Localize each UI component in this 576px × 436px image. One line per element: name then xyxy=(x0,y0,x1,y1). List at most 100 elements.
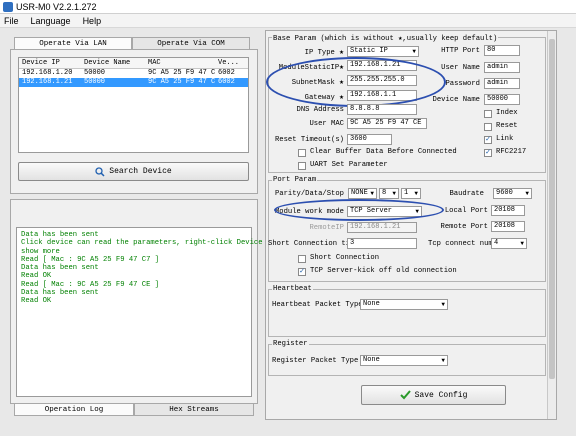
window-title: USR-M0 V2.2.1.272 xyxy=(16,1,97,12)
menu-bar: File Language Help xyxy=(0,14,576,28)
heartbeat-type-label: Heartbeat Packet Type xyxy=(272,301,363,309)
clear-buffer-checkbox[interactable] xyxy=(298,149,306,157)
username-label: User Name xyxy=(441,64,480,72)
config-scrollbar[interactable] xyxy=(547,31,556,419)
clear-buffer-label: Clear Buffer Data Before Connected xyxy=(310,148,457,156)
log-line: Click device can read the parameters, ri… xyxy=(21,239,285,248)
uart-set-checkbox[interactable] xyxy=(298,162,306,170)
chevron-down-icon: ▼ xyxy=(392,190,396,197)
tab-operation-log[interactable]: Operation Log xyxy=(14,404,134,416)
cell-ip: 192.168.1.21 xyxy=(22,78,73,86)
remote-ip-input[interactable]: 192.168.1.21 xyxy=(347,222,417,233)
rfc2217-checkbox[interactable]: ✓ xyxy=(484,149,492,157)
subnet-input[interactable]: 255.255.255.0 xyxy=(347,75,417,86)
link-label: Link xyxy=(496,135,514,143)
index-checkbox[interactable] xyxy=(484,110,492,118)
user-mac-label: User MAC xyxy=(309,120,344,128)
chevron-down-icon: ▼ xyxy=(525,190,529,197)
link-checkbox[interactable]: ✓ xyxy=(484,136,492,144)
gateway-label: Gateway ★ xyxy=(304,93,344,102)
log-line: Read OK xyxy=(21,297,52,306)
cell-version: 6002 xyxy=(218,69,235,77)
menu-language[interactable]: Language xyxy=(31,16,71,26)
log-line: Read [ Mac : 9C A5 25 F9 47 CE ] xyxy=(21,280,160,289)
tab-hex-streams[interactable]: Hex Streams xyxy=(134,404,254,416)
menu-help[interactable]: Help xyxy=(83,16,102,26)
chevron-down-icon: ▼ xyxy=(370,190,374,197)
log-line: Data has been sent xyxy=(21,289,99,298)
parity-select[interactable]: NONE ▼ xyxy=(348,188,377,199)
ip-type-select[interactable]: Static IP ▼ xyxy=(347,46,419,57)
chevron-down-icon: ▼ xyxy=(415,208,419,215)
password-input[interactable]: admin xyxy=(484,78,520,89)
log-line: Read OK xyxy=(21,272,52,281)
kick-old-connection-checkbox[interactable]: ✓ xyxy=(298,268,306,276)
search-icon xyxy=(95,166,105,177)
base-param-title: Base Param (which is without ★,usually k… xyxy=(272,33,499,43)
cell-version: 6002 xyxy=(218,78,235,86)
operation-log: Data has been sent Click device can read… xyxy=(16,227,285,397)
http-port-label: HTTP Port xyxy=(441,47,480,55)
device-table[interactable]: Device IP Device Name MAC Ve... 192.168.… xyxy=(18,57,249,153)
static-ip-input[interactable]: 192.168.1.21 xyxy=(347,60,417,71)
reset-timeout-input[interactable]: 3600 xyxy=(347,134,392,145)
search-device-label: Search Device xyxy=(109,167,172,176)
ip-type-label: IP Type ★ xyxy=(304,48,344,57)
save-config-label: Save Config xyxy=(414,390,468,400)
tab-operate-via-lan[interactable]: Operate Via LAN xyxy=(14,37,132,49)
register-type-select[interactable]: None ▼ xyxy=(360,355,448,366)
chevron-down-icon: ▼ xyxy=(441,357,445,364)
cell-mac: 9C A5 25 F9 47 C7 xyxy=(148,69,215,77)
work-mode-select[interactable]: TCP Server ▼ xyxy=(347,206,422,217)
heartbeat-type-select[interactable]: None ▼ xyxy=(360,299,448,310)
rfc2217-label: RFC2217 xyxy=(496,148,527,156)
scrollbar-thumb[interactable] xyxy=(549,39,555,379)
tcp-connect-num-select[interactable]: 4 ▼ xyxy=(491,238,527,249)
checkmark-icon xyxy=(399,390,411,400)
reset-checkbox[interactable] xyxy=(484,123,492,131)
col-version[interactable]: Ve... xyxy=(215,58,248,68)
log-line: Data has been sent xyxy=(21,264,99,273)
short-connection-checkbox[interactable] xyxy=(298,255,306,263)
cell-name: 50000 xyxy=(84,69,106,77)
cell-ip: 192.168.1.20 xyxy=(22,69,73,77)
tab-operate-via-com[interactable]: Operate Via COM xyxy=(132,37,250,49)
baudrate-select[interactable]: 9600 ▼ xyxy=(493,188,532,199)
log-line: show more xyxy=(21,247,60,256)
register-title: Register xyxy=(272,340,309,348)
kick-old-connection-label: TCP Server-kick off old connection xyxy=(310,267,457,275)
username-input[interactable]: admin xyxy=(484,62,520,73)
register-type-label: Register Packet Type xyxy=(272,357,359,365)
http-port-input[interactable]: 80 xyxy=(484,45,520,56)
subnet-label: SubnetMask ★ xyxy=(291,78,344,87)
device-name-input[interactable]: 50000 xyxy=(484,94,520,105)
app-icon xyxy=(3,1,13,12)
user-mac-input[interactable]: 9C A5 25 F9 47 CE xyxy=(347,118,427,129)
col-mac[interactable]: MAC xyxy=(145,58,215,68)
menu-file[interactable]: File xyxy=(4,16,19,26)
search-device-button[interactable]: Search Device xyxy=(18,162,249,181)
remote-port-label: Remote Port xyxy=(440,223,488,231)
remote-ip-label: RemoteIP xyxy=(309,224,344,232)
data-bits-select[interactable]: 8 ▼ xyxy=(379,188,399,199)
table-row-selected[interactable]: 192.168.1.21 50000 9C A5 25 F9 47 CE 600… xyxy=(19,78,248,87)
col-device-ip[interactable]: Device IP xyxy=(19,58,81,68)
log-line: Data has been sent xyxy=(21,231,99,239)
device-name-label: Device Name xyxy=(432,96,480,104)
cell-name: 50000 xyxy=(84,78,106,86)
reset-timeout-label: Reset Timeout(s) xyxy=(274,136,344,144)
short-connection-time-input[interactable]: 3 xyxy=(347,238,417,249)
gateway-input[interactable]: 192.168.1.1 xyxy=(347,90,417,101)
static-ip-label: ModuleStaticIP★ xyxy=(278,63,344,72)
save-config-button[interactable]: Save Config xyxy=(361,385,506,405)
chevron-down-icon: ▼ xyxy=(520,240,524,247)
stop-bits-select[interactable]: 1 ▼ xyxy=(401,188,421,199)
short-connection-label: Short Connection xyxy=(310,254,380,262)
title-bar: USR-M0 V2.2.1.272 xyxy=(0,0,576,14)
table-row[interactable]: 192.168.1.20 50000 9C A5 25 F9 47 C7 600… xyxy=(19,69,248,78)
left-tabs: Operate Via LAN Operate Via COM xyxy=(14,37,250,49)
local-port-input[interactable]: 20108 xyxy=(491,205,525,216)
dns-input[interactable]: 8.8.8.8 xyxy=(347,104,417,115)
remote-port-input[interactable]: 20108 xyxy=(491,221,525,232)
col-device-name[interactable]: Device Name xyxy=(81,58,145,68)
